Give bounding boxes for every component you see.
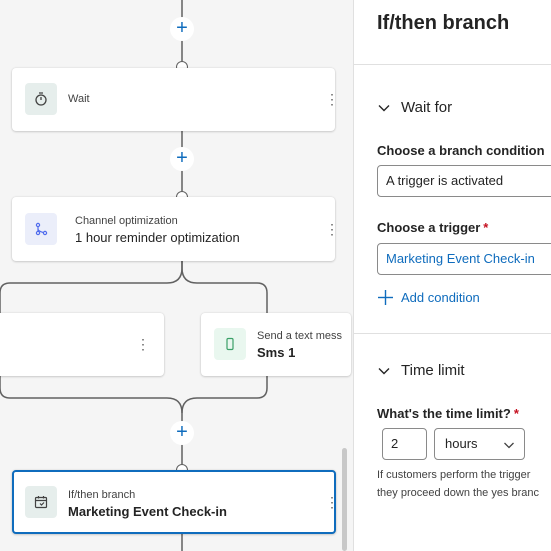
card-title: Marketing Event Check-in xyxy=(68,504,227,519)
add-step-button[interactable]: + xyxy=(170,147,194,171)
branch-card-left[interactable]: ⋮ xyxy=(0,313,164,376)
trigger-label-text: Choose a trigger xyxy=(377,220,481,235)
timer-icon xyxy=(25,83,57,115)
if-then-branch-card[interactable]: If/then branch Marketing Event Check-in … xyxy=(12,470,336,534)
time-limit-section-toggle[interactable]: Time limit xyxy=(377,362,465,379)
divider xyxy=(354,64,551,65)
trigger-label: Choose a trigger * xyxy=(377,220,488,235)
help-text: they proceed down the yes branc xyxy=(377,487,540,499)
add-step-button[interactable]: + xyxy=(170,421,194,445)
add-condition-label: Add condition xyxy=(401,290,480,305)
journey-canvas[interactable]: + Wait ⋮ + Channel optimization 1 hour r… xyxy=(0,0,353,551)
wait-for-section-toggle[interactable]: Wait for xyxy=(377,99,452,116)
more-options-icon[interactable]: ⋮ xyxy=(325,495,334,509)
section-heading: Wait for xyxy=(401,99,453,116)
card-type-label: Send a text mess xyxy=(257,330,342,342)
branch-calendar-icon xyxy=(25,486,57,518)
more-options-icon[interactable]: ⋮ xyxy=(136,337,150,351)
branch-icon xyxy=(25,213,57,245)
more-options-icon[interactable]: ⋮ xyxy=(325,222,335,236)
required-marker: * xyxy=(513,406,519,421)
time-limit-amount-input[interactable]: 2 xyxy=(382,428,427,460)
branch-condition-dropdown[interactable]: A trigger is activated xyxy=(377,165,551,197)
trigger-field[interactable]: Marketing Event Check-in xyxy=(377,243,551,275)
time-limit-label: What's the time limit? * xyxy=(377,406,519,421)
required-marker: * xyxy=(483,220,489,235)
time-limit-label-text: What's the time limit? xyxy=(377,406,511,421)
chevron-down-icon xyxy=(378,367,390,374)
properties-panel: If/then branch Wait for Choose a branch … xyxy=(353,0,551,551)
card-title: 1 hour reminder optimization xyxy=(75,230,240,245)
sms-card[interactable]: Send a text mess Sms 1 xyxy=(201,313,351,376)
channel-optimization-card[interactable]: Channel optimization 1 hour reminder opt… xyxy=(12,197,335,261)
help-text: If customers perform the trigger xyxy=(377,469,531,481)
chevron-down-icon xyxy=(378,104,390,111)
card-title: Sms 1 xyxy=(257,345,296,360)
add-step-button[interactable]: + xyxy=(170,17,194,41)
chevron-down-icon xyxy=(504,442,514,449)
time-unit-dropdown[interactable]: hours xyxy=(434,428,525,460)
phone-icon xyxy=(214,328,246,360)
time-unit-value: hours xyxy=(445,436,478,451)
branch-condition-label: Choose a branch condition xyxy=(377,143,545,158)
divider xyxy=(354,333,551,334)
section-heading: Time limit xyxy=(401,362,465,379)
card-type-label: If/then branch xyxy=(68,489,136,501)
more-options-icon[interactable]: ⋮ xyxy=(325,92,335,106)
add-condition-button[interactable]: Add condition xyxy=(377,289,480,306)
plus-icon xyxy=(378,290,393,305)
panel-title: If/then branch xyxy=(377,12,510,34)
card-type-label: Channel optimization xyxy=(75,215,178,227)
canvas-scrollbar[interactable] xyxy=(342,448,347,551)
wait-card[interactable]: Wait ⋮ xyxy=(12,68,335,131)
card-title: Wait xyxy=(68,93,90,105)
